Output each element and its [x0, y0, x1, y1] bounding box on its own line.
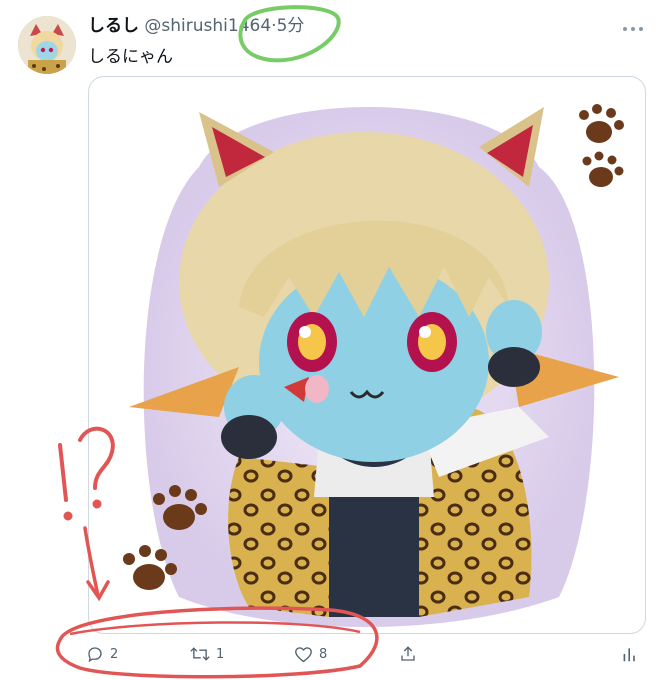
reply-icon	[86, 645, 104, 663]
analytics-button[interactable]	[622, 641, 638, 667]
display-name[interactable]: しるし	[88, 16, 139, 36]
like-icon	[294, 646, 313, 663]
reply-count: 2	[110, 646, 119, 662]
analytics-icon	[622, 645, 638, 663]
like-button[interactable]: 8	[294, 641, 327, 667]
share-button[interactable]	[399, 641, 417, 667]
more-dots-icon[interactable]	[622, 16, 644, 37]
share-icon	[399, 645, 417, 663]
tweet-media-image[interactable]	[88, 76, 646, 634]
tweet-header: しるし @shirushi1464·5分	[88, 16, 304, 36]
retweet-icon	[190, 645, 210, 663]
avatar-illustration	[18, 16, 76, 74]
tweet-action-bar: 2 1 8	[86, 641, 646, 667]
like-count: 8	[319, 646, 328, 662]
user-handle[interactable]: @shirushi1464	[144, 16, 271, 36]
reply-button[interactable]: 2	[86, 641, 118, 667]
retweet-button[interactable]: 1	[190, 641, 224, 667]
retweet-count: 1	[216, 646, 225, 662]
avatar[interactable]	[18, 16, 76, 74]
timestamp[interactable]: 5分	[277, 16, 305, 36]
chibi-cat-girl-illustration	[123, 104, 624, 627]
tweet-text: しるにゃん	[88, 47, 173, 67]
